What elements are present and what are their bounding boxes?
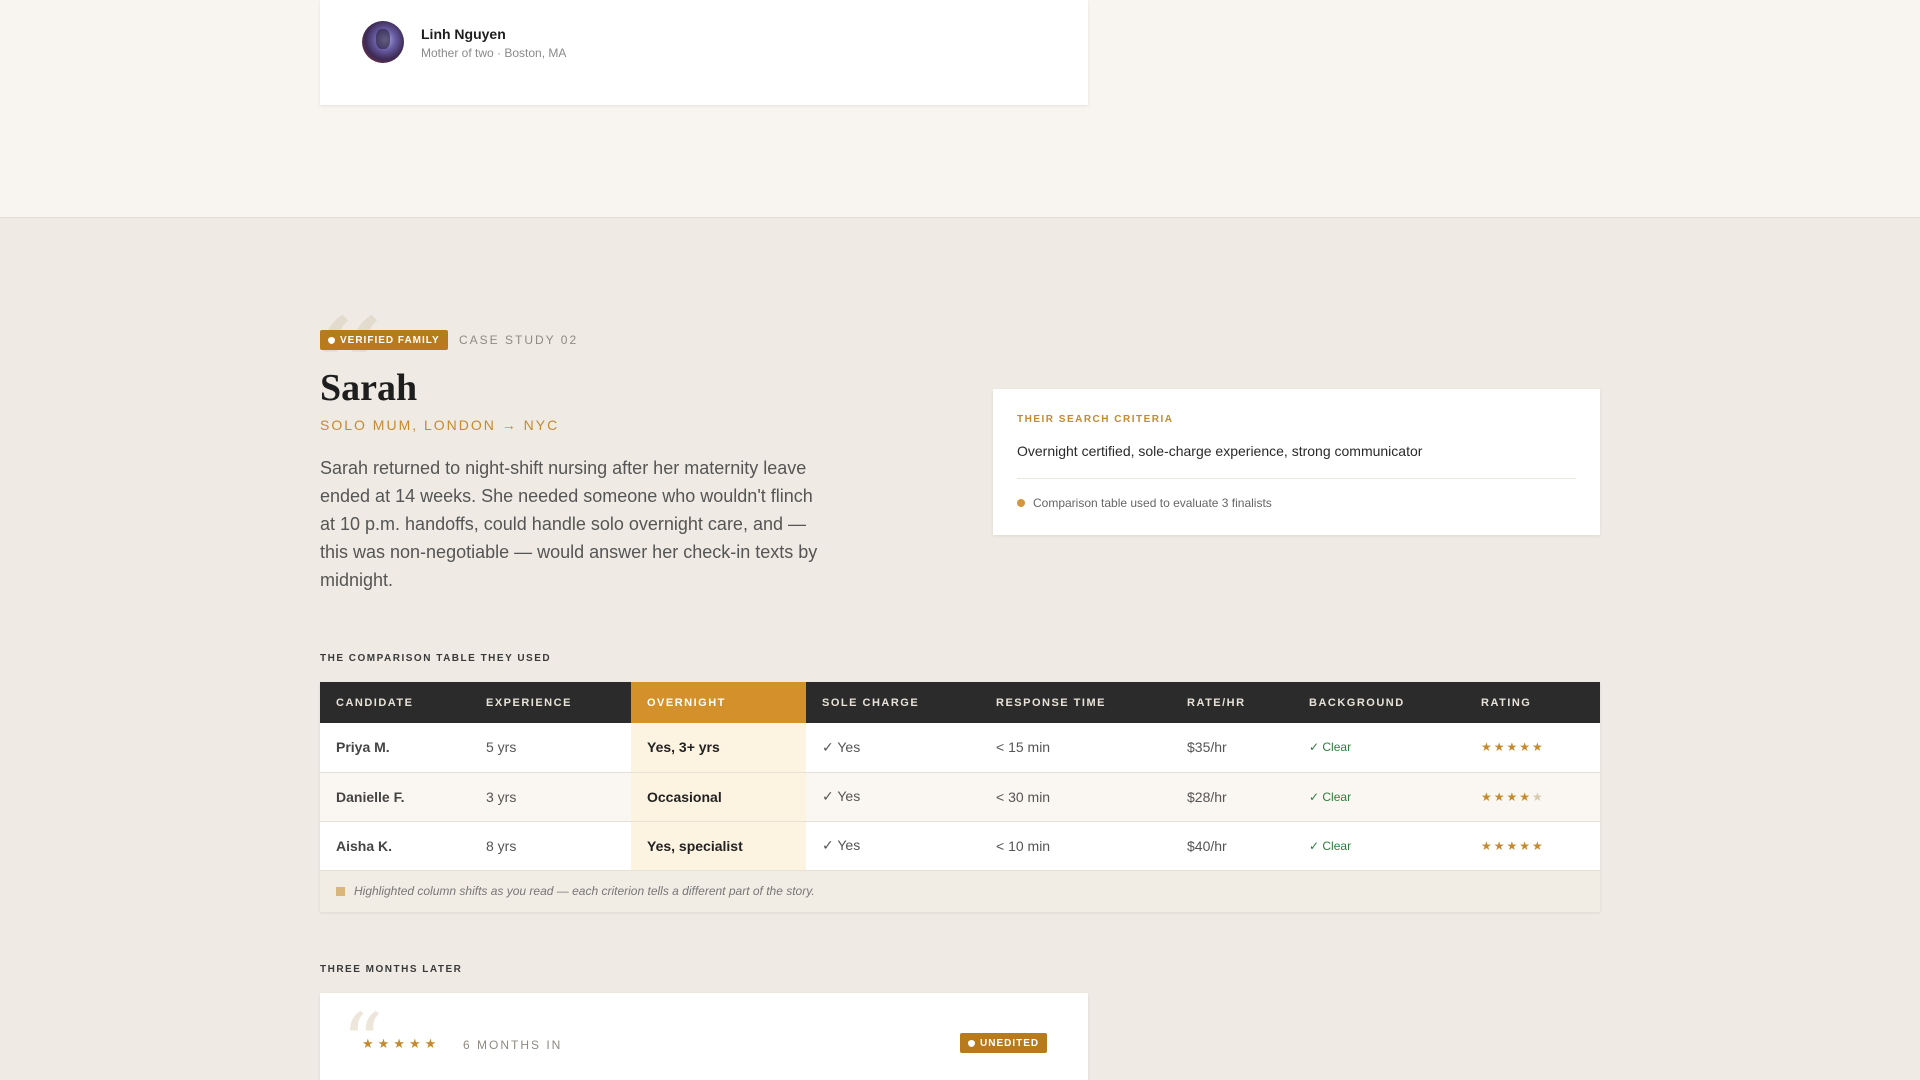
column-header-experience: EXPERIENCE	[470, 682, 631, 723]
cell-overnight: Yes, 3+ yrs	[631, 723, 806, 773]
verified-badge-label: VERIFIED FAMILY	[340, 334, 440, 346]
column-header-sole-charge: SOLE CHARGE	[806, 682, 980, 723]
criteria-title: THEIR SEARCH CRITERIA	[1017, 414, 1174, 425]
column-header-rating: RATING	[1465, 682, 1600, 723]
column-header-rate: RATE/HR	[1171, 682, 1293, 723]
comparison-section-label: THE COMPARISON TABLE THEY USED	[320, 653, 552, 664]
cell-rate: $40/hr	[1171, 821, 1293, 871]
later-review-card: “ ★★★★★ 6 MONTHS IN UNEDITED	[320, 993, 1088, 1080]
cell-background: ✓ Clear	[1293, 723, 1465, 773]
unedited-badge-label: UNEDITED	[980, 1037, 1040, 1049]
star-icons: ★★★★	[1481, 789, 1533, 804]
column-header-response-time: RESPONSE TIME	[980, 682, 1171, 723]
table-row: Priya M. 5 yrs Yes, 3+ yrs ✓ Yes < 15 mi…	[320, 723, 1600, 773]
cell-rate: $35/hr	[1171, 723, 1293, 773]
unedited-badge: UNEDITED	[960, 1033, 1048, 1053]
cell-candidate: Aisha K.	[320, 821, 470, 871]
shield-icon	[328, 336, 335, 344]
cell-response-time: < 30 min	[980, 772, 1171, 822]
case-story: Sarah returned to night-shift nursing af…	[320, 458, 818, 590]
cell-response-time: < 15 min	[980, 723, 1171, 773]
criteria-note-text: Comparison table used to evaluate 3 fina…	[1033, 496, 1272, 510]
star-icons: ★★★★★	[362, 1036, 441, 1051]
cell-overnight: Yes, specialist	[631, 821, 806, 871]
cell-response-time: < 10 min	[980, 821, 1171, 871]
comparison-table: CANDIDATE EXPERIENCE OVERNIGHT SOLE CHAR…	[320, 682, 1600, 912]
cell-rating: ★★★★★	[1465, 821, 1600, 871]
testimonial-card: Linh Nguyen Mother of two · Boston, MA	[320, 0, 1088, 105]
top-section: Linh Nguyen Mother of two · Boston, MA	[0, 0, 1920, 218]
cell-sole-charge: ✓ Yes	[806, 723, 980, 773]
column-header-overnight: OVERNIGHT	[631, 682, 806, 723]
table-row: Danielle F. 3 yrs Occasional ✓ Yes < 30 …	[320, 772, 1600, 822]
case-title: Sarah	[320, 367, 418, 409]
table-footnote: Highlighted column shifts as you read — …	[320, 870, 1600, 912]
table-footnote-text: Highlighted column shifts as you read — …	[354, 884, 815, 898]
case-subtitle: SOLO MUM, LONDON → NYC	[320, 417, 560, 433]
table-row: Aisha K. 8 yrs Yes, specialist ✓ Yes < 1…	[320, 821, 1600, 871]
cell-rating: ★★★★★	[1465, 723, 1600, 773]
avatar	[362, 21, 404, 63]
column-header-background: BACKGROUND	[1293, 682, 1465, 723]
cell-background: ✓ Clear	[1293, 821, 1465, 871]
cell-background: ✓ Clear	[1293, 772, 1465, 822]
author-subtitle: Mother of two · Boston, MA	[421, 46, 567, 60]
verified-badge: VERIFIED FAMILY	[320, 330, 448, 350]
cell-candidate: Danielle F.	[320, 772, 470, 822]
cell-candidate: Priya M.	[320, 723, 470, 773]
divider	[1017, 478, 1576, 479]
star-icons: ★★★★★	[1481, 740, 1545, 755]
legend-square-icon	[336, 886, 345, 896]
shield-icon	[968, 1039, 975, 1047]
cell-sole-charge: ✓ Yes	[806, 772, 980, 822]
later-section-label: THREE MONTHS LATER	[320, 964, 463, 975]
cell-experience: 8 yrs	[470, 821, 631, 871]
star-icons: ★★★★★	[1481, 838, 1545, 853]
cell-rating: ★★★★★	[1465, 772, 1600, 822]
star-empty-icon: ★	[1532, 789, 1545, 804]
case-study-label: CASE STUDY 02	[459, 333, 579, 347]
dot-icon	[1017, 499, 1025, 507]
criteria-card: THEIR SEARCH CRITERIA Overnight certifie…	[993, 389, 1600, 535]
cell-overnight: Occasional	[631, 772, 806, 822]
months-label: 6 MONTHS IN	[463, 1038, 563, 1052]
cell-experience: 3 yrs	[470, 772, 631, 822]
table-header-row: CANDIDATE EXPERIENCE OVERNIGHT SOLE CHAR…	[320, 682, 1600, 723]
criteria-note: Comparison table used to evaluate 3 fina…	[1017, 496, 1272, 510]
criteria-text: Overnight certified, sole-charge experie…	[1017, 443, 1423, 459]
cell-sole-charge: ✓ Yes	[806, 821, 980, 871]
author-name: Linh Nguyen	[421, 26, 506, 42]
column-header-candidate: CANDIDATE	[320, 682, 470, 723]
cell-rate: $28/hr	[1171, 772, 1293, 822]
cell-experience: 5 yrs	[470, 723, 631, 773]
